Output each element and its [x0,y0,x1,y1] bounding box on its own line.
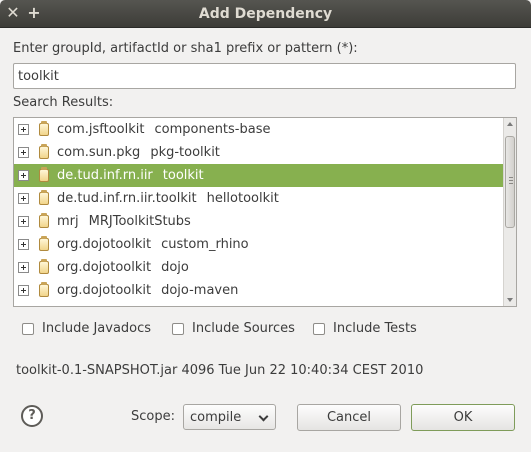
help-icon[interactable]: ? [21,405,43,427]
result-row[interactable]: mrj MRJToolkitStubs [14,210,504,233]
dialog-title: Add Dependency [198,6,333,22]
expand-icon[interactable] [18,170,29,181]
artifact-info-text: toolkit-0.1-SNAPSHOT.jar 4096 Tue Jun 22… [16,363,424,378]
result-row-text: de.tud.inf.rn.iir toolkit [57,168,204,183]
result-group-id: org.dojotoolkit [57,260,152,275]
result-row-text: mrj MRJToolkitStubs [57,214,191,229]
scroll-up-icon[interactable] [507,122,513,126]
result-artifact-id: toolkit [162,168,204,183]
result-group-id: com.sun.pkg [57,145,141,160]
result-artifact-id: dojo [161,260,189,275]
jar-icon [39,167,49,182]
result-row-text: com.sun.pkg pkg-toolkit [57,145,220,160]
chevron-down-icon [258,411,269,422]
cancel-button[interactable]: Cancel [297,404,401,431]
result-row-text: com.jsftoolkit components-base [57,122,270,137]
results-scrollbar[interactable] [503,118,516,306]
result-row[interactable]: org.dojotoolkit dojo-maven [14,279,504,302]
jar-icon [39,121,49,136]
result-group-id: de.tud.inf.rn.iir.toolkit [57,191,197,206]
expand-icon[interactable] [18,239,29,250]
result-artifact-id: components-base [154,122,271,137]
search-label: Enter groupId, artifactId or sha1 prefix… [13,41,358,56]
jar-icon [39,259,49,274]
scope-select[interactable]: compile [183,404,276,430]
expand-icon[interactable] [18,285,29,296]
result-row[interactable]: org.dojotoolkit custom_rhino [14,233,504,256]
jar-icon [39,213,49,228]
scroll-down-icon[interactable] [507,298,513,302]
result-row[interactable]: com.jsftoolkit components-base [14,118,504,141]
expand-icon[interactable] [18,193,29,204]
javadocs-checkbox-box[interactable] [22,322,34,335]
result-artifact-id: custom_rhino [161,237,249,252]
jar-icon [39,144,49,159]
tests-label: Include Tests [333,321,417,336]
scope-label: Scope: [131,409,175,424]
result-row[interactable]: com.sun.pkg pkg-toolkit [14,141,504,164]
result-group-id: mrj [57,214,79,229]
result-row-text: org.dojotoolkit dojo-maven [57,283,238,298]
jar-icon [39,236,49,251]
result-artifact-id: hellotoolkit [206,191,279,206]
expand-icon[interactable] [18,147,29,158]
expand-icon[interactable] [18,124,29,135]
result-group-id: com.jsftoolkit [57,122,145,137]
include-javadocs-checkbox[interactable]: Include Javadocs [22,321,151,336]
result-group-id: org.dojotoolkit [57,283,152,298]
result-row[interactable]: de.tud.inf.rn.iir.toolkit hellotoolkit [14,187,504,210]
result-artifact-id: pkg-toolkit [150,145,220,160]
result-row-text: de.tud.inf.rn.iir.toolkit hellotoolkit [57,191,279,206]
results-tree[interactable]: com.jsftoolkit components-base com.sun.pkg… [13,117,517,307]
result-artifact-id: MRJToolkitStubs [88,214,191,229]
include-sources-checkbox[interactable]: Include Sources [172,321,295,336]
scope-value: compile [190,409,242,425]
search-input[interactable] [13,63,516,89]
jar-icon [39,190,49,205]
results-label: Search Results: [13,95,114,110]
expand-icon[interactable] [18,216,29,227]
tests-checkbox-box[interactable] [313,322,325,335]
scrollbar-thumb[interactable] [505,136,515,228]
title-bar: ✕ + Add Dependency [0,0,531,28]
include-tests-checkbox[interactable]: Include Tests [313,321,417,336]
sources-checkbox-box[interactable] [172,322,184,335]
result-group-id: de.tud.inf.rn.iir [57,168,153,183]
result-row-text: org.dojotoolkit custom_rhino [57,237,249,252]
result-artifact-id: dojo-maven [161,283,239,298]
ok-button[interactable]: OK [411,404,515,431]
result-group-id: org.dojotoolkit [57,237,152,252]
result-row[interactable]: org.dojotoolkit dojo [14,256,504,279]
jar-icon [39,282,49,297]
result-row[interactable]: de.tud.inf.rn.iir toolkit [14,164,504,187]
expand-icon[interactable] [18,262,29,273]
result-row-text: org.dojotoolkit dojo [57,260,189,275]
sources-label: Include Sources [192,321,295,336]
javadocs-label: Include Javadocs [42,321,152,336]
